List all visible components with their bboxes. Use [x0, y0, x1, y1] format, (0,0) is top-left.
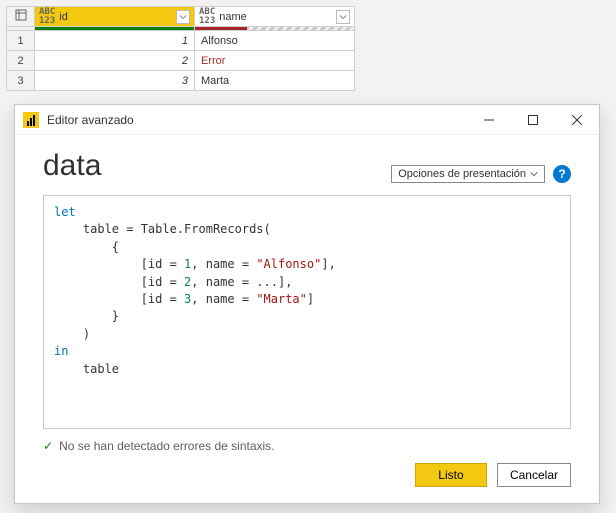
code-editor[interactable]: let table = Table.FromRecords( { [id = 1…: [43, 195, 571, 429]
row-number: 1: [7, 31, 35, 51]
powerbi-logo-icon: [23, 112, 39, 128]
table-row[interactable]: 2 2 Error: [7, 51, 355, 71]
column-header-id[interactable]: ABC123 id: [35, 7, 195, 27]
done-button[interactable]: Listo: [415, 463, 487, 487]
check-icon: ✓: [43, 439, 53, 453]
column-header-name[interactable]: ABC123 name: [195, 7, 355, 27]
status-text: No se han detectado errores de sintaxis.: [59, 439, 274, 453]
column-name: name: [219, 11, 332, 23]
cell-id[interactable]: 3: [35, 71, 195, 91]
type-icon: ABC123: [39, 8, 55, 26]
chevron-down-icon: [530, 170, 538, 178]
table-row[interactable]: 1 1 Alfonso: [7, 31, 355, 51]
titlebar: Editor avanzado: [15, 105, 599, 135]
display-options-dropdown[interactable]: Opciones de presentación: [391, 165, 545, 183]
syntax-status: ✓ No se han detectado errores de sintaxi…: [43, 429, 571, 463]
column-filter-dropdown[interactable]: [336, 10, 350, 24]
table-row[interactable]: 3 3 Marta: [7, 71, 355, 91]
column-name: id: [59, 11, 172, 23]
cell-name[interactable]: Error: [195, 51, 355, 71]
help-icon[interactable]: ?: [553, 165, 571, 183]
advanced-editor-window: Editor avanzado data Opciones de present…: [14, 104, 600, 504]
maximize-button[interactable]: [511, 105, 555, 135]
row-number: 3: [7, 71, 35, 91]
row-number: 2: [7, 51, 35, 71]
close-button[interactable]: [555, 105, 599, 135]
minimize-button[interactable]: [467, 105, 511, 135]
cell-name[interactable]: Alfonso: [195, 31, 355, 51]
display-options-label: Opciones de presentación: [398, 168, 526, 180]
cell-name[interactable]: Marta: [195, 71, 355, 91]
cancel-button[interactable]: Cancelar: [497, 463, 571, 487]
query-name: data: [43, 149, 101, 183]
column-filter-dropdown[interactable]: [176, 10, 190, 24]
grid-corner[interactable]: [7, 7, 35, 27]
type-icon: ABC123: [199, 8, 215, 26]
cell-id[interactable]: 2: [35, 51, 195, 71]
quality-bar: [195, 27, 354, 30]
data-grid: ABC123 id ABC123 name 1 1 Alfonso 2 2 Er…: [6, 6, 355, 91]
window-title: Editor avanzado: [47, 113, 134, 127]
cell-id[interactable]: 1: [35, 31, 195, 51]
